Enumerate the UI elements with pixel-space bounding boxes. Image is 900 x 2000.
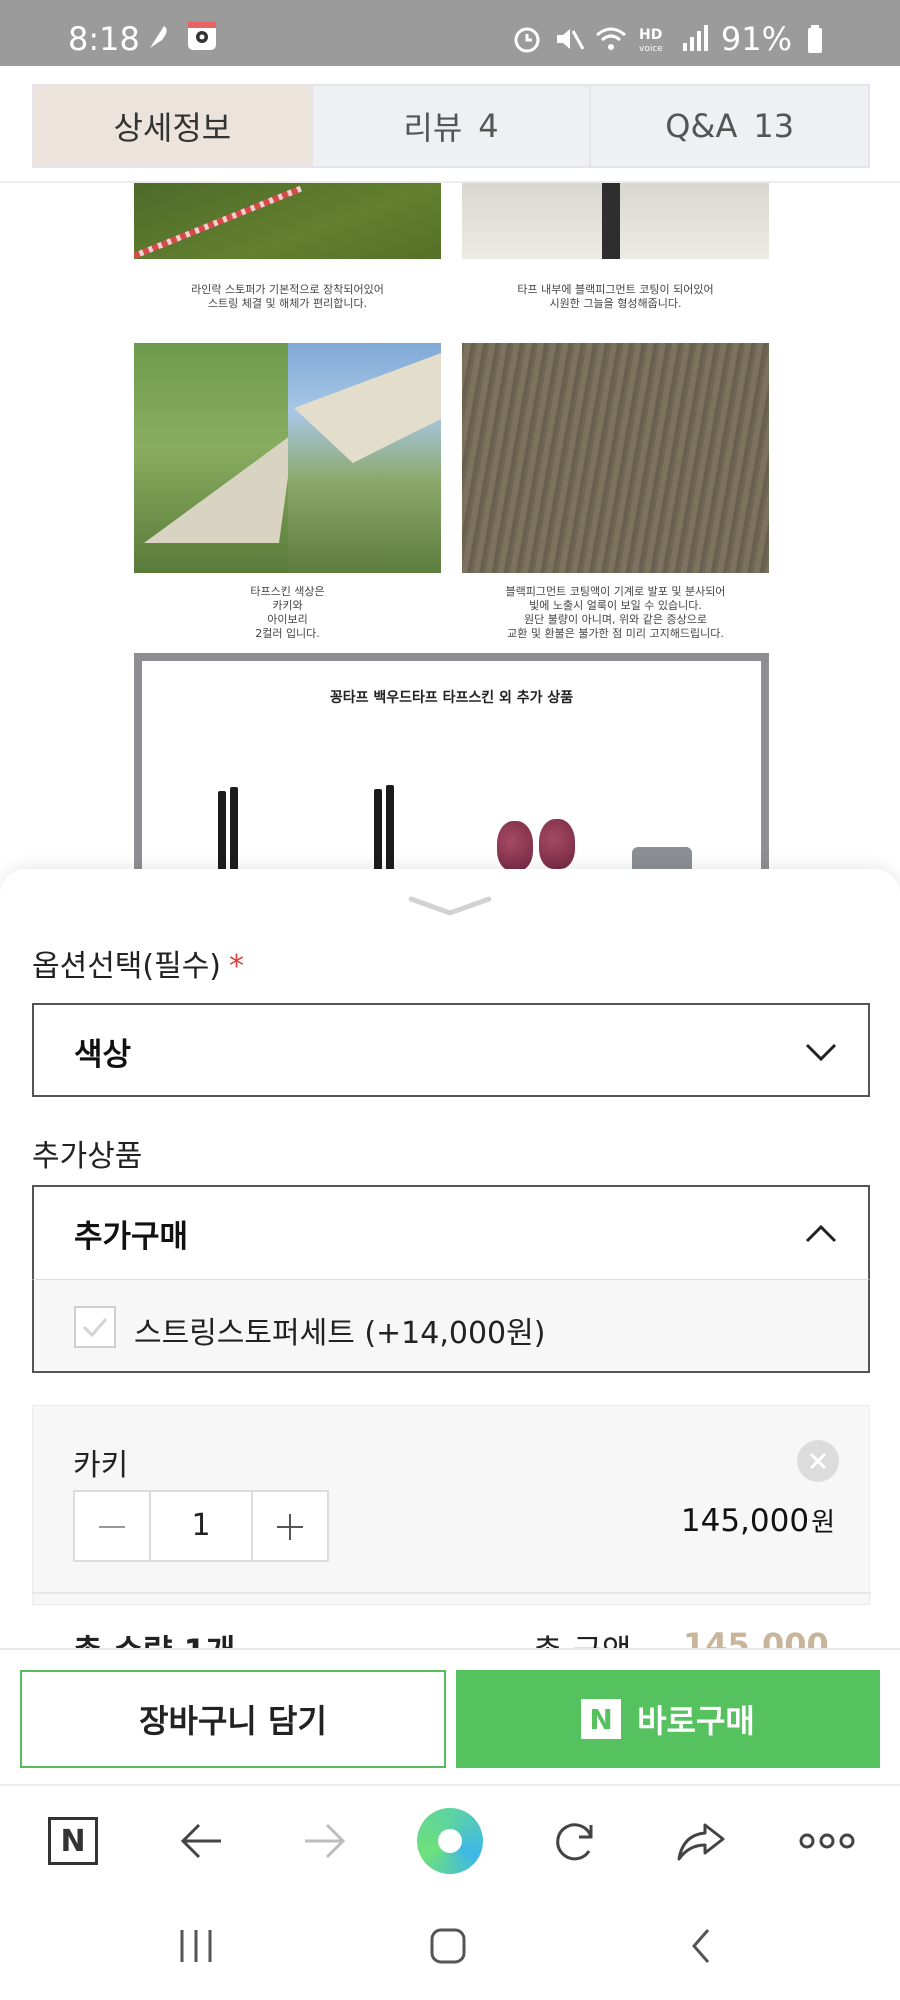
option-section-label: 옵션선택(필수) * <box>32 941 244 985</box>
close-icon <box>809 1452 827 1470</box>
option-label: 옵션선택(필수) <box>32 949 222 984</box>
alarm-icon <box>514 27 540 53</box>
sheet-collapse-handle[interactable] <box>407 893 493 917</box>
more-icon <box>799 1833 855 1849</box>
rope-bundle-image <box>497 821 533 871</box>
browser-toolbar: N <box>0 1784 900 1894</box>
addon-section-label: 추가상품 <box>32 1139 143 1174</box>
caption-colors: 타프스킨 색상은 카키와 아이보리 2컬러 입니다. <box>250 585 325 640</box>
hd-voice-icon: HDvoice <box>639 27 663 54</box>
product-detail-content: 라인락 스토퍼가 기본적으로 장착되어있어 스트링 체결 및 해체가 편리합니다… <box>0 183 900 883</box>
color-select[interactable]: 색상 <box>32 1003 870 1097</box>
feather-icon <box>150 26 167 48</box>
system-navigation-bar <box>0 1894 900 2000</box>
battery-level: 91% <box>720 20 792 58</box>
signal-icon <box>682 25 708 51</box>
status-bar: 8:18 HD voice 91% <box>0 0 900 66</box>
tab-reviews[interactable]: 리뷰 4 <box>310 86 590 166</box>
card-divider <box>33 1592 871 1594</box>
remove-option-button[interactable] <box>797 1440 839 1482</box>
naver-home-icon: N <box>48 1817 98 1865</box>
status-time: 8:18 <box>68 20 140 58</box>
addon-option-label: 스트링스토퍼세트 (+14,000원) <box>134 1316 546 1351</box>
forward-button[interactable] <box>292 1808 358 1874</box>
option-bottom-sheet: 옵션선택(필수) * 색상 추가상품 추가구매 스트링스토퍼세트 (+14,000… <box>0 869 900 1652</box>
green-home-button[interactable] <box>417 1808 483 1874</box>
back-button[interactable] <box>168 1808 234 1874</box>
pigment-coating-photo <box>462 183 769 259</box>
caption-pigment-coating: 타프 내부에 블랙피그먼트 코팅이 되어있어 시원한 그늘을 형성해줍니다. <box>517 283 714 310</box>
home-icon[interactable] <box>428 1928 468 1964</box>
selected-option-card: 카키 1 145,000원 총 수량 1개 총 금액 145,000원 <box>32 1405 871 1652</box>
naver-pay-icon: N <box>581 1699 622 1739</box>
buy-now-label: 바로구매 <box>637 1702 755 1740</box>
share-icon <box>677 1823 725 1861</box>
tarp-colors-photo <box>134 343 441 573</box>
fabric-closeup-photo <box>462 343 769 573</box>
quantity-value: 1 <box>149 1492 253 1560</box>
system-icons: HD voice 91% <box>511 20 834 58</box>
caption-coating-notice: 블랙피그먼트 코팅액이 기계로 발포 및 분사되어 빛에 노출시 얼룩이 보일 … <box>505 585 726 640</box>
naver-home-button[interactable]: N <box>40 1808 106 1874</box>
mute-icon <box>556 29 585 50</box>
required-mark: * <box>229 949 245 984</box>
extra-products-panel: 꽁타프 백우드타프 타프스킨 외 추가 상품 <box>134 653 769 883</box>
tab-count: 4 <box>478 107 499 145</box>
tab-label: 상세정보 <box>113 109 232 147</box>
quantity-stepper: 1 <box>73 1490 329 1562</box>
tab-qna[interactable]: Q&A 13 <box>589 86 869 166</box>
check-icon <box>82 1318 108 1338</box>
recent-apps-icon[interactable] <box>176 1928 216 1964</box>
product-tabs: 상세정보 리뷰 4 Q&A 13 <box>32 84 870 168</box>
addon-checkbox[interactable] <box>74 1306 116 1348</box>
forward-arrow-icon <box>305 1823 346 1859</box>
tarp-shape <box>144 433 294 543</box>
refresh-button[interactable] <box>542 1808 608 1874</box>
extra-products-title: 꽁타프 백우드타프 타프스킨 외 추가 상품 <box>329 690 574 706</box>
option-price: 145,000원 <box>681 1502 835 1539</box>
rope-stopper-photo <box>134 183 441 259</box>
svg-text:HD: HD <box>639 27 662 43</box>
battery-icon <box>808 25 822 53</box>
increase-quantity-button[interactable] <box>253 1492 327 1560</box>
refresh-icon <box>556 1823 593 1861</box>
price-value: 145,000 <box>680 1503 810 1539</box>
buy-now-button[interactable]: N 바로구매 <box>456 1670 880 1768</box>
select-value: 색상 <box>74 1037 132 1073</box>
chevron-up-icon <box>805 1224 837 1243</box>
addon-option-item[interactable]: 스트링스토퍼세트 (+14,000원) <box>32 1279 870 1373</box>
add-to-cart-button[interactable]: 장바구니 담기 <box>20 1670 446 1768</box>
map-pin-app-icon <box>188 22 216 50</box>
green-dot-icon <box>417 1808 483 1874</box>
back-arrow-icon <box>180 1823 221 1859</box>
tab-label: 리뷰 <box>403 109 463 147</box>
decrease-quantity-button[interactable] <box>75 1492 149 1560</box>
tab-detail-info[interactable]: 상세정보 <box>34 86 311 166</box>
tab-count: 13 <box>753 107 795 145</box>
selected-variant-name: 카키 <box>73 1448 129 1483</box>
back-nav-icon[interactable] <box>682 1928 722 1964</box>
notification-icons <box>142 20 218 52</box>
select-value: 추가구매 <box>74 1219 189 1255</box>
svg-text:voice: voice <box>639 44 663 54</box>
addon-select[interactable]: 추가구매 <box>32 1185 870 1279</box>
caption-rope-stopper: 라인락 스토퍼가 기본적으로 장착되어있어 스트링 체결 및 해체가 편리합니다… <box>191 283 384 310</box>
purchase-bar: 장바구니 담기 N 바로구매 <box>0 1648 900 1782</box>
more-menu-button[interactable] <box>794 1808 860 1874</box>
rope-bundle-image <box>539 819 575 869</box>
wifi-icon <box>595 27 626 50</box>
price-unit: 원 <box>811 1508 835 1538</box>
tab-label: Q&A <box>665 107 738 145</box>
share-button[interactable] <box>668 1808 734 1874</box>
chevron-down-icon <box>805 1043 837 1062</box>
